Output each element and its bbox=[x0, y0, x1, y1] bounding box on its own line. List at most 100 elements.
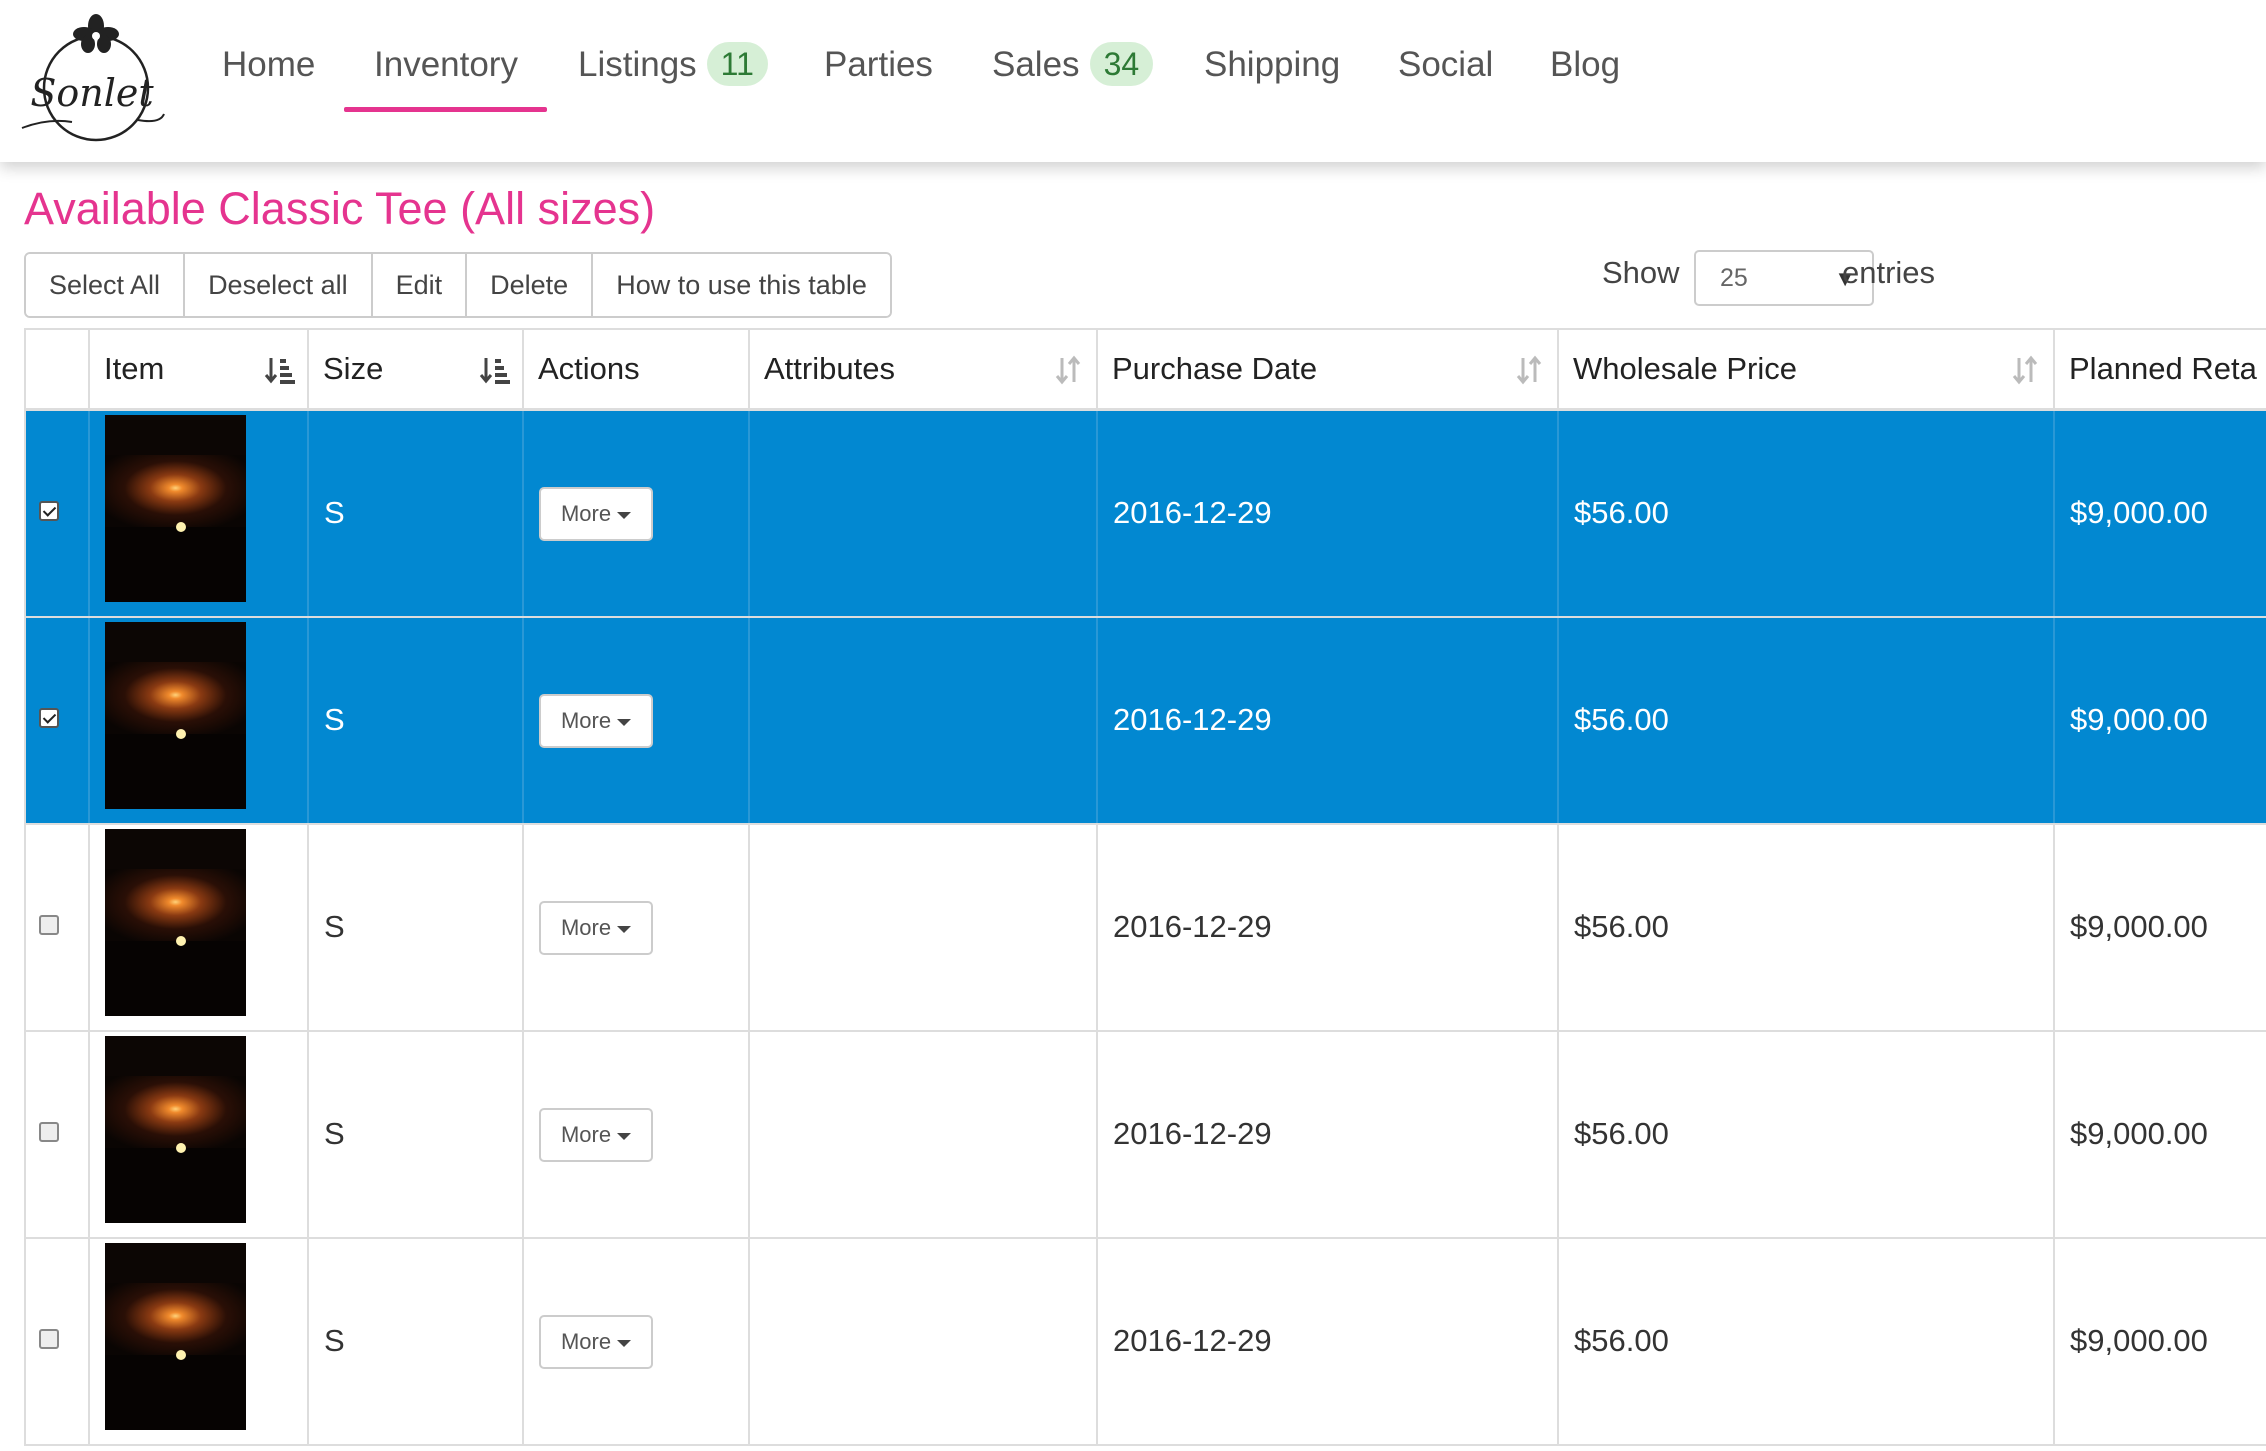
purchase-date-value: 2016-12-29 bbox=[1113, 909, 1272, 944]
nav-listings[interactable]: Listings 11 bbox=[578, 38, 768, 92]
attributes-cell bbox=[750, 411, 1098, 616]
wholesale-price-value: $56.00 bbox=[1574, 702, 1669, 737]
caret-down-icon bbox=[617, 925, 632, 933]
attributes-cell bbox=[750, 618, 1098, 823]
nav-shipping[interactable]: Shipping bbox=[1204, 38, 1340, 92]
wholesale-price-value: $56.00 bbox=[1574, 1323, 1669, 1358]
page-title: Available Classic Tee (All sizes) bbox=[24, 183, 656, 234]
item-cell bbox=[90, 1032, 309, 1237]
purchase-date-value: 2016-12-29 bbox=[1113, 495, 1272, 530]
select-cell bbox=[26, 825, 90, 1030]
planned-retail-cell: $9,000.00 bbox=[2055, 618, 2266, 823]
svg-text:Sonlet: Sonlet bbox=[30, 71, 154, 115]
planned-retail-cell: $9,000.00 bbox=[2055, 1032, 2266, 1237]
attributes-cell bbox=[750, 1239, 1098, 1444]
more-actions-button[interactable]: More bbox=[539, 487, 653, 541]
item-cell bbox=[90, 618, 309, 823]
size-cell: S bbox=[309, 411, 524, 616]
nav-blog[interactable]: Blog bbox=[1550, 38, 1620, 92]
column-header-item[interactable]: Item bbox=[90, 330, 309, 408]
nav-home[interactable]: Home bbox=[222, 38, 315, 92]
more-actions-button[interactable]: More bbox=[539, 694, 653, 748]
select-cell bbox=[26, 1239, 90, 1444]
table-row[interactable]: S More 2016-12-29 $56.00 $9,000.00 bbox=[26, 618, 2266, 825]
actions-cell: More bbox=[524, 618, 750, 823]
actions-cell: More bbox=[524, 1032, 750, 1237]
actions-cell: More bbox=[524, 825, 750, 1030]
row-checkbox[interactable] bbox=[39, 1122, 59, 1142]
sort-ascending-icon bbox=[264, 358, 295, 384]
help-button[interactable]: How to use this table bbox=[593, 254, 890, 316]
more-actions-button[interactable]: More bbox=[539, 1315, 653, 1369]
sonlet-logo[interactable]: Sonlet bbox=[18, 10, 168, 145]
size-value: S bbox=[324, 702, 345, 737]
nav-sales[interactable]: Sales 34 bbox=[992, 38, 1154, 92]
sort-both-icon bbox=[1516, 355, 1542, 385]
purchase-date-value: 2016-12-29 bbox=[1113, 1323, 1272, 1358]
select-cell bbox=[26, 1032, 90, 1237]
planned-retail-value: $9,000.00 bbox=[2070, 1116, 2208, 1151]
sales-count-badge: 34 bbox=[1089, 41, 1154, 86]
wholesale-price-cell: $56.00 bbox=[1559, 411, 2055, 616]
planned-retail-value: $9,000.00 bbox=[2070, 702, 2208, 737]
planned-retail-value: $9,000.00 bbox=[2070, 1323, 2208, 1358]
select-all-button[interactable]: Select All bbox=[26, 254, 186, 316]
item-cell bbox=[90, 1239, 309, 1444]
table-row[interactable]: S More 2016-12-29 $56.00 $9,000.00 bbox=[26, 1032, 2266, 1239]
top-navbar: Sonlet Home Inventory Listings 11 Parties… bbox=[0, 0, 2266, 162]
nav-inventory[interactable]: Inventory bbox=[374, 38, 518, 92]
more-actions-button[interactable]: More bbox=[539, 1108, 653, 1162]
sort-both-icon bbox=[1055, 355, 1081, 385]
column-header-purchase-date[interactable]: Purchase Date bbox=[1098, 330, 1559, 408]
column-header-select bbox=[26, 330, 90, 408]
purchase-date-cell: 2016-12-29 bbox=[1098, 1239, 1559, 1444]
table-row[interactable]: S More 2016-12-29 $56.00 $9,000.00 bbox=[26, 1239, 2266, 1446]
planned-retail-cell: $9,000.00 bbox=[2055, 411, 2266, 616]
table-row[interactable]: S More 2016-12-29 $56.00 $9,000.00 bbox=[26, 825, 2266, 1032]
attributes-cell bbox=[750, 1032, 1098, 1237]
purchase-date-cell: 2016-12-29 bbox=[1098, 825, 1559, 1030]
wholesale-price-value: $56.00 bbox=[1574, 1116, 1669, 1151]
column-header-wholesale-price[interactable]: Wholesale Price bbox=[1559, 330, 2055, 408]
caret-down-icon bbox=[617, 511, 632, 519]
column-header-attributes[interactable]: Attributes bbox=[750, 330, 1098, 408]
wholesale-price-cell: $56.00 bbox=[1559, 1032, 2055, 1237]
table-row[interactable]: S More 2016-12-29 $56.00 $9,000.00 bbox=[26, 411, 2266, 618]
purchase-date-cell: 2016-12-29 bbox=[1098, 411, 1559, 616]
item-cell bbox=[90, 411, 309, 616]
listings-count-badge: 11 bbox=[706, 41, 768, 86]
deselect-all-button[interactable]: Deselect all bbox=[185, 254, 373, 316]
table-toolbar: Select All Deselect all Edit Delete How … bbox=[24, 252, 892, 318]
nav-social[interactable]: Social bbox=[1398, 38, 1493, 92]
table-body: S More 2016-12-29 $56.00 $9,000.00 S Mor… bbox=[26, 411, 2266, 1446]
size-cell: S bbox=[309, 1032, 524, 1237]
wholesale-price-cell: $56.00 bbox=[1559, 1239, 2055, 1444]
row-checkbox[interactable] bbox=[39, 1329, 59, 1349]
item-photo-thumbnail[interactable] bbox=[105, 1036, 246, 1223]
size-value: S bbox=[324, 909, 345, 944]
edit-button[interactable]: Edit bbox=[372, 254, 468, 316]
item-photo-thumbnail[interactable] bbox=[105, 622, 246, 809]
planned-retail-cell: $9,000.00 bbox=[2055, 825, 2266, 1030]
delete-button[interactable]: Delete bbox=[467, 254, 594, 316]
select-cell bbox=[26, 411, 90, 616]
inventory-table: Item Size Actions Attributes Purchase Da… bbox=[24, 328, 2266, 1446]
column-header-planned-retail[interactable]: Planned Reta bbox=[2055, 330, 2266, 408]
item-photo-thumbnail[interactable] bbox=[105, 1243, 246, 1430]
row-checkbox[interactable] bbox=[39, 915, 59, 935]
more-actions-button[interactable]: More bbox=[539, 901, 653, 955]
item-photo-thumbnail[interactable] bbox=[105, 415, 246, 602]
nav-parties[interactable]: Parties bbox=[824, 38, 933, 92]
wholesale-price-cell: $56.00 bbox=[1559, 825, 2055, 1030]
active-tab-indicator bbox=[344, 107, 547, 112]
column-header-actions: Actions bbox=[524, 330, 750, 408]
row-checkbox[interactable] bbox=[39, 501, 59, 521]
select-cell bbox=[26, 618, 90, 823]
wholesale-price-value: $56.00 bbox=[1574, 909, 1669, 944]
column-header-size[interactable]: Size bbox=[309, 330, 524, 408]
item-photo-thumbnail[interactable] bbox=[105, 829, 246, 1016]
size-cell: S bbox=[309, 825, 524, 1030]
actions-cell: More bbox=[524, 1239, 750, 1444]
size-value: S bbox=[324, 1323, 345, 1358]
row-checkbox[interactable] bbox=[39, 708, 59, 728]
